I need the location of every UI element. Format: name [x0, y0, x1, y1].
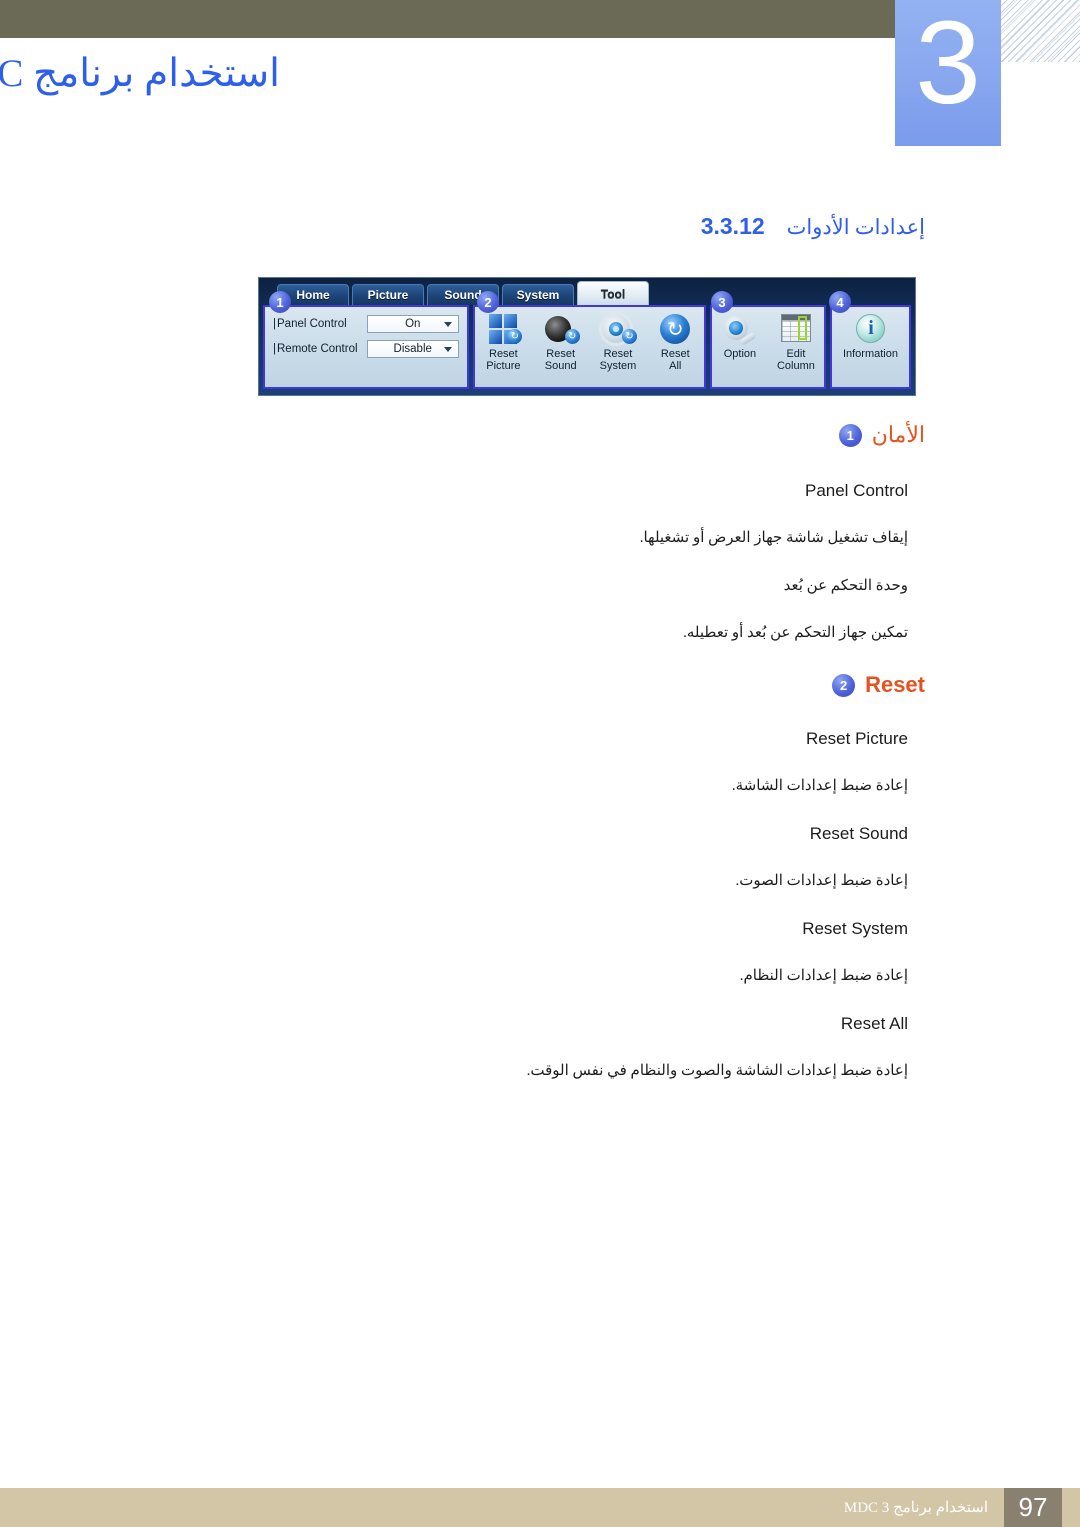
item-desc-reset-all: إعادة ضبط إعدادات الشاشة والصوت والنظام … [526, 1063, 908, 1079]
header-hatch-pattern-secondary [1000, 0, 1080, 62]
option-button[interactable]: Option [712, 312, 768, 360]
row-panel-control: Panel Control On [273, 315, 459, 333]
page-title: استخدام برنامج MDC [0, 38, 880, 108]
footer-chapter-text: استخدام برنامج MDC 3 [843, 1500, 988, 1516]
item-title-reset-picture: Reset Picture [805, 729, 908, 748]
item-title-reset-system: Reset System [802, 919, 908, 938]
section-heading-reset-text: Reset [865, 672, 925, 697]
information-button[interactable]: Information [842, 312, 898, 360]
callout-badge-3: 3 [711, 291, 733, 313]
toolbar-tab-bar: Home Picture Sound System Tool [259, 278, 915, 305]
section-bullet-2: 2 [832, 673, 856, 697]
reset-all-button[interactable]: Reset All [647, 312, 703, 372]
item-desc-panel-control: إيقاف تشغيل شاشة جهاز العرض أو تشغيلها. [639, 530, 908, 546]
panel-reset: Reset Picture Reset Sound [472, 305, 706, 389]
panel-control-label: Panel Control [273, 318, 367, 330]
item-desc-remote-control: تمكين جهاز التحكم عن بُعد أو تعطيله. [683, 625, 908, 641]
remote-control-label: Remote Control [273, 343, 367, 355]
toolbar-panels: Panel Control On Remote Control Disable [263, 305, 911, 389]
page-footer: استخدام برنامج MDC 3 97 [0, 1488, 1080, 1527]
chapter-number-box: 3 [895, 0, 1001, 146]
edit-column-icon [776, 312, 816, 346]
item-desc-reset-sound: إعادة ضبط إعدادات الصوت. [735, 873, 908, 889]
item-title-reset-all: Reset All [840, 1014, 908, 1033]
tab-system[interactable]: System [502, 284, 574, 305]
section-number: 3.3.12 [700, 213, 765, 239]
chapter-number: 3 [915, 0, 981, 129]
header-dark-bar [0, 0, 895, 38]
option-gear-wrench-icon [720, 312, 760, 346]
callout-badge-2: 2 [477, 291, 499, 313]
reset-sound-label-line2: Sound [544, 360, 577, 372]
section-title: إعدادات الأدوات 3.3.12 [701, 213, 925, 240]
reset-picture-label-line1: Reset [489, 348, 518, 360]
information-label-line1: Information [842, 348, 898, 360]
panel-security: Panel Control On Remote Control Disable [263, 305, 469, 389]
chevron-down-icon [443, 321, 452, 327]
item-title-reset-sound: Reset Sound [809, 824, 908, 843]
tab-tool[interactable]: Tool [577, 281, 649, 305]
reset-button-row: Reset Picture Reset Sound [475, 307, 704, 387]
reset-sound-icon [541, 312, 581, 346]
panel-control-dropdown[interactable]: On [366, 315, 459, 333]
reset-all-label-line2: All [669, 360, 682, 372]
callout-badge-4: 4 [829, 291, 851, 313]
item-desc-reset-system: إعادة ضبط إعدادات النظام. [739, 968, 908, 984]
edit-column-button[interactable]: Edit Column [768, 312, 824, 372]
section-heading-reset: Reset 2 [832, 672, 925, 698]
page-title-text: استخدام برنامج MDC [0, 51, 280, 95]
section-title-label: إعدادات الأدوات [786, 215, 925, 239]
callout-badge-1: 1 [269, 291, 291, 313]
tab-picture[interactable]: Picture [352, 284, 424, 305]
page-header: 3 استخدام برنامج MDC [0, 0, 1080, 150]
item-title-panel-control: Panel Control [804, 481, 908, 500]
item-desc-remote-control-title: وحدة التحكم عن بُعد [783, 578, 908, 594]
section-heading-security-text: الأمان [871, 422, 925, 447]
item-desc-reset-picture: إعادة ضبط إعدادات الشاشة. [731, 778, 908, 794]
section-heading-security: الأمان 1 [838, 422, 925, 448]
reset-picture-button[interactable]: Reset Picture [475, 312, 531, 372]
remote-control-dropdown[interactable]: Disable [366, 340, 459, 358]
panel-options: Option Edit Column [709, 305, 826, 389]
reset-sound-button[interactable]: Reset Sound [533, 312, 589, 372]
section-bullet-1: 1 [838, 423, 862, 447]
information-icon [850, 312, 890, 346]
reset-system-label-line2: System [599, 360, 637, 372]
reset-sound-label-line1: Reset [546, 348, 576, 360]
edit-column-label-line2: Column [776, 360, 815, 372]
chevron-down-icon [443, 346, 452, 352]
panel-control-value: On [405, 318, 421, 330]
footer-page-number: 97 [1004, 1488, 1062, 1527]
option-label-line1: Option [723, 348, 757, 360]
panel-information: Information [829, 305, 911, 389]
remote-control-value: Disable [393, 343, 432, 355]
reset-picture-icon [483, 312, 523, 346]
reset-system-label-line1: Reset [603, 348, 633, 360]
information-button-row: Information [832, 307, 909, 387]
mdc-tool-toolbar-screenshot: Home Picture Sound System Tool 1 2 3 4 P… [258, 277, 916, 396]
reset-all-label-line1: Reset [660, 348, 690, 360]
reset-picture-label-line2: Picture [486, 360, 521, 372]
edit-column-label-line1: Edit [786, 348, 806, 360]
row-remote-control: Remote Control Disable [273, 340, 459, 358]
reset-system-icon [598, 312, 638, 346]
option-button-row: Option Edit Column [712, 307, 824, 387]
reset-system-button[interactable]: Reset System [590, 312, 646, 372]
reset-all-icon [655, 312, 695, 346]
